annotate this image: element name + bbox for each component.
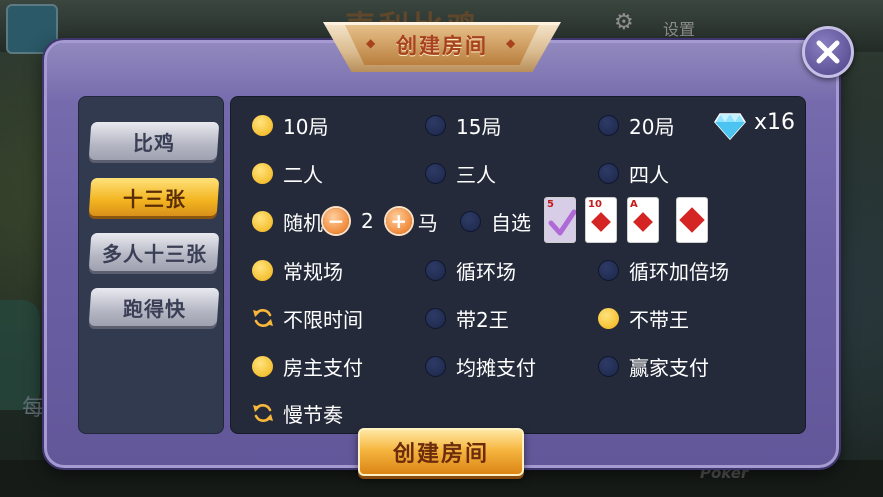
close-button[interactable] — [802, 26, 854, 78]
radio-unselected-icon — [425, 355, 446, 377]
plus-button[interactable]: + — [385, 208, 412, 234]
minus-button[interactable]: − — [323, 208, 349, 234]
horse-card-5-diamond[interactable]: 5 — [544, 197, 576, 243]
horse-card-diamond[interactable] — [676, 197, 708, 243]
tab-paodekuai[interactable]: 跑得快 — [88, 288, 220, 326]
radio-unselected-icon — [598, 259, 619, 281]
diamond-suit-icon — [633, 212, 653, 233]
option-rounds-20[interactable]: 20局 — [598, 110, 674, 140]
room-cost-count: x16 — [754, 110, 796, 135]
horse-card-a-diamond[interactable]: A — [627, 197, 659, 243]
dialog-title: 创建房间 — [396, 34, 488, 58]
option-rounds-10[interactable]: 10局 — [252, 110, 328, 140]
option-horse-random[interactable]: 随机 − 2 + 马 — [252, 206, 438, 236]
option-with-2-jokers[interactable]: 带2王 — [425, 303, 509, 333]
refresh-icon — [253, 404, 273, 422]
diamond-icon — [714, 113, 746, 140]
refresh-icon — [253, 309, 273, 327]
tab-biji[interactable]: 比鸡 — [88, 122, 220, 160]
option-mode-regular[interactable]: 常规场 — [252, 255, 343, 285]
radio-unselected-icon — [460, 210, 481, 232]
radio-unselected-icon — [598, 114, 619, 136]
radio-selected-icon — [252, 162, 273, 184]
option-players-4[interactable]: 四人 — [598, 158, 669, 188]
radio-unselected-icon — [425, 162, 446, 184]
radio-unselected-icon — [598, 355, 619, 377]
radio-selected-icon — [598, 307, 619, 329]
horse-count-value: 2 — [361, 209, 374, 233]
option-mode-loop[interactable]: 循环场 — [425, 255, 516, 285]
tab-duoren-shisanzhang[interactable]: 多人十三张 — [88, 233, 220, 271]
option-slow-tempo[interactable]: 慢节奏 — [251, 398, 343, 428]
option-pay-winner[interactable]: 赢家支付 — [598, 351, 709, 381]
radio-unselected-icon — [425, 259, 446, 281]
diamond-suit-icon — [591, 212, 611, 233]
option-horse-custom[interactable]: 自选 — [460, 206, 531, 236]
background-settings-label: 设置 — [663, 20, 696, 39]
option-players-3[interactable]: 三人 — [425, 158, 496, 188]
tab-shisanzhang[interactable]: 十三张 — [88, 178, 220, 216]
radio-selected-icon — [252, 114, 273, 136]
radio-selected-icon — [252, 210, 273, 232]
close-icon — [816, 40, 840, 64]
option-no-jokers[interactable]: 不带王 — [598, 303, 689, 333]
radio-selected-icon — [252, 355, 273, 377]
gear-icon: ⚙ — [614, 10, 634, 35]
radio-unselected-icon — [598, 162, 619, 184]
option-rounds-15[interactable]: 15局 — [425, 110, 501, 140]
radio-unselected-icon — [425, 114, 446, 136]
horse-card-10-diamond[interactable]: 10 — [585, 197, 617, 243]
check-icon — [548, 209, 576, 236]
radio-unselected-icon — [425, 307, 446, 329]
option-pay-host[interactable]: 房主支付 — [252, 351, 363, 381]
diamond-suit-icon — [679, 207, 705, 233]
option-unlimited-time[interactable]: 不限时间 — [251, 303, 363, 333]
radio-selected-icon — [252, 259, 273, 281]
option-pay-split[interactable]: 均摊支付 — [425, 351, 536, 381]
create-room-button[interactable]: 创建房间 — [358, 428, 524, 476]
option-mode-loop-double[interactable]: 循环加倍场 — [598, 255, 729, 285]
option-players-2[interactable]: 二人 — [252, 158, 323, 188]
background-side-text: 每 — [22, 396, 45, 421]
